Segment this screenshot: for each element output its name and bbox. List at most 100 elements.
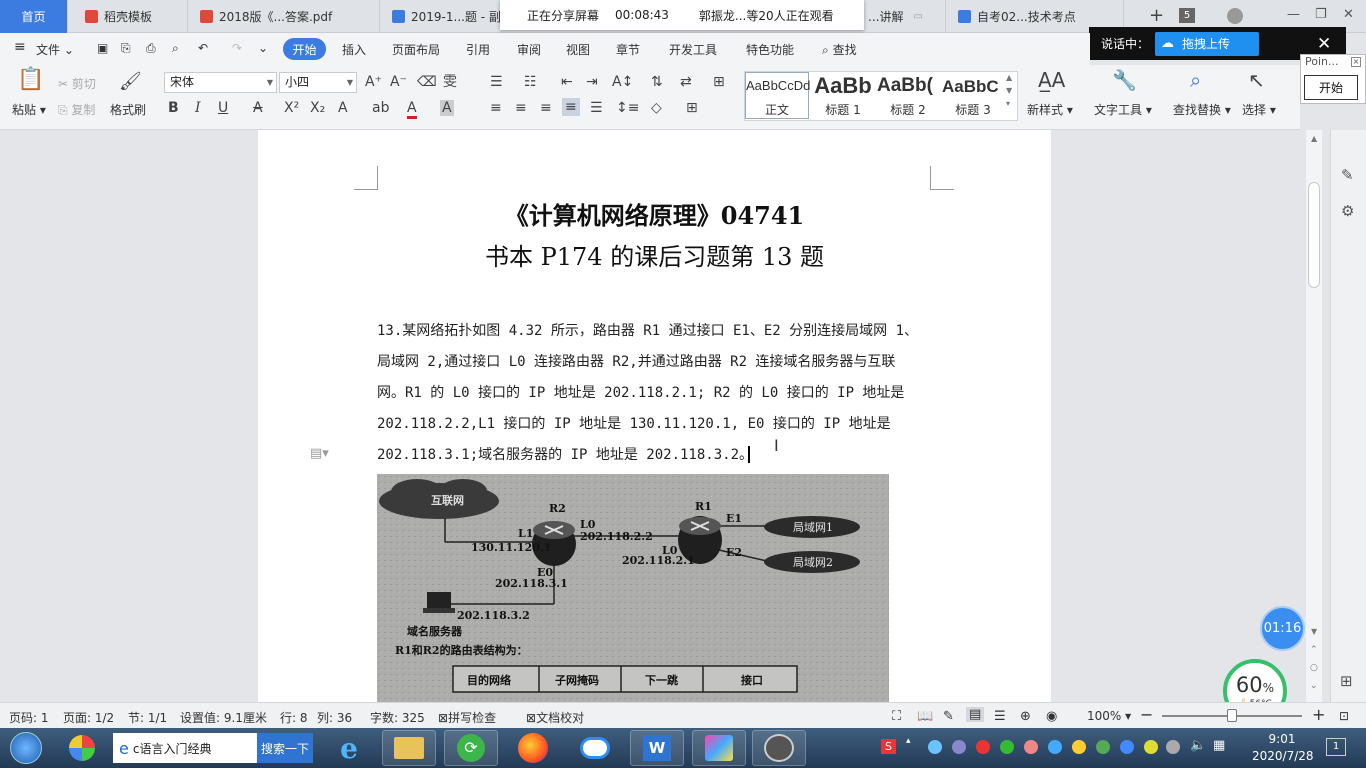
status-col[interactable]: 列: 36 (317, 709, 352, 726)
menu-start[interactable]: 开始 (283, 38, 326, 60)
style-heading2-preview[interactable]: AaBb( (877, 75, 939, 97)
tray-app-icon[interactable] (1144, 740, 1158, 754)
justify-icon[interactable]: ≡ (562, 98, 580, 116)
minimize-icon[interactable]: — (1287, 7, 1300, 22)
text-direction-icon[interactable]: A↕ (612, 74, 633, 90)
print-icon[interactable]: ⎙ (146, 41, 156, 56)
paste-icon[interactable]: 📋 (17, 69, 44, 91)
menu-review[interactable]: 审阅 (517, 41, 541, 58)
select-button[interactable]: 选择 ▾ (1242, 101, 1276, 118)
status-row[interactable]: 行: 8 (280, 709, 308, 726)
decrease-indent-icon[interactable]: ⇤ (561, 74, 573, 90)
avatar[interactable] (1227, 8, 1243, 24)
taskbar-app-camera[interactable] (752, 730, 806, 766)
tab-docer[interactable]: 稻壳模板 (75, 0, 188, 33)
menu-search[interactable]: ⌕ 查找 (822, 41, 857, 58)
undo-icon[interactable]: ↶ (198, 41, 208, 55)
timer-badge[interactable]: 01:16 (1260, 606, 1305, 651)
fullscreen-icon[interactable]: ⛶ (892, 709, 901, 724)
next-page-icon[interactable]: ⌄ (1310, 681, 1318, 691)
volume-icon[interactable]: 🔈 (1190, 738, 1206, 753)
style-heading1-preview[interactable]: AaBb (812, 73, 874, 99)
save-icon[interactable]: ▣ (97, 41, 108, 55)
numbered-list-icon[interactable]: ☷ (524, 74, 537, 90)
align-right-icon[interactable]: ≡ (540, 100, 552, 116)
taskbar-search-button[interactable]: 搜索一下 (257, 733, 313, 763)
styles-scroll-icon[interactable]: ▲ ▼ ▾ (1006, 71, 1012, 110)
scrollbar-thumb[interactable] (1308, 182, 1320, 288)
close-icon[interactable]: ✕ (1317, 34, 1331, 54)
sort-icon[interactable]: ⇅ (651, 74, 663, 90)
redo-icon[interactable]: ↷ (232, 41, 242, 55)
menu-view[interactable]: 视图 (566, 41, 590, 58)
close-icon[interactable]: ✕ (1343, 7, 1354, 22)
taskbar-app-baidu-cloud[interactable] (568, 730, 622, 766)
tray-app-icon[interactable] (976, 740, 990, 754)
underline-icon[interactable]: U (218, 100, 228, 116)
bullet-list-icon[interactable]: ☰ (490, 74, 503, 90)
find-replace-button[interactable]: 查找替换 ▾ (1173, 101, 1231, 118)
qq-icon[interactable] (1072, 740, 1086, 754)
taskbar-search-input[interactable]: e c语言入门经典 (113, 733, 257, 763)
browse-object-icon[interactable]: ○ (1310, 663, 1318, 673)
export-icon[interactable]: ⎘ (121, 41, 131, 56)
cut-button[interactable]: ✂ 剪切 (58, 75, 96, 92)
status-page[interactable]: 页面: 1/2 (63, 709, 114, 726)
eye-protect-icon[interactable]: ◉ (1046, 709, 1057, 724)
quick-access-more-icon[interactable]: ⌄ (258, 41, 268, 55)
close-icon[interactable]: × (1351, 57, 1361, 67)
clear-format-icon[interactable]: ⌫ (417, 74, 437, 90)
scroll-up-icon[interactable]: ▲ (1311, 134, 1317, 143)
tray-app-icon[interactable] (952, 740, 966, 754)
status-setting[interactable]: 设置值: 9.1厘米 (180, 709, 267, 726)
tray-app-icon[interactable] (1120, 740, 1134, 754)
phonetic-guide-icon[interactable]: 雯 (443, 74, 457, 90)
taskbar-app-firefox[interactable] (506, 730, 560, 766)
vertical-scrollbar[interactable]: ▲ ▼ ⌃ ○ ⌄ (1306, 130, 1322, 702)
paste-button[interactable]: 粘贴 ▾ (12, 101, 46, 118)
status-word-count[interactable]: 字数: 325 (370, 709, 425, 726)
add-tab-icon[interactable]: + (1149, 5, 1164, 26)
shrink-font-icon[interactable]: A⁻ (390, 74, 407, 90)
tab-count-badge[interactable]: 5 (1179, 8, 1195, 23)
hamburger-icon[interactable]: ≡ (14, 39, 26, 55)
write-mode-icon[interactable]: ✎ (943, 709, 954, 724)
settings-sliders-icon[interactable]: ⚙ (1341, 202, 1354, 220)
borders-icon[interactable]: ⊞ (686, 100, 698, 116)
tab-doc-2019[interactable]: 2019-1...题 - 副本 (382, 0, 502, 33)
new-style-button[interactable]: 新样式 ▾ (1027, 101, 1073, 118)
menu-file[interactable]: 文件 ⌄ (36, 41, 74, 58)
status-section[interactable]: 节: 1/1 (128, 709, 167, 726)
align-left-icon[interactable]: ≡ (490, 100, 502, 116)
network-icon[interactable]: ▦ (1213, 738, 1225, 753)
taskbar-app-wps-writer[interactable]: W (630, 730, 684, 766)
zoom-in-icon[interactable]: + (1312, 705, 1325, 724)
text-tools-button[interactable]: 文字工具 ▾ (1094, 101, 1152, 118)
nvidia-icon[interactable] (1096, 740, 1110, 754)
format-painter-button[interactable]: 格式刷 (110, 101, 146, 118)
tray-expand-icon[interactable]: ▴ (906, 736, 911, 746)
restore-icon[interactable]: ❐ (1315, 7, 1327, 22)
taskbar-app-update[interactable]: ⟳ (444, 730, 498, 766)
menu-page-layout[interactable]: 页面布局 (392, 41, 440, 58)
style-normal-preview[interactable]: AaBbCcDd (746, 78, 810, 93)
line-spacing-icon[interactable]: ↕≡ (616, 100, 639, 116)
taskbar-app-jigsaw[interactable] (55, 730, 109, 766)
apps-grid-icon[interactable]: ⊞ (1340, 672, 1353, 690)
tab-pdf[interactable]: 2018版《...答案.pdf (190, 0, 380, 33)
drag-upload-button[interactable]: ☁ 拖拽上传 (1155, 31, 1260, 56)
system-clock[interactable]: 9:01 2020/7/28 (1252, 731, 1314, 765)
zoom-slider-handle[interactable] (1227, 709, 1237, 722)
shading-icon[interactable]: ◇ (651, 100, 662, 116)
menu-chapter[interactable]: 章节 (616, 41, 640, 58)
subscript-icon[interactable]: X₂ (310, 100, 325, 116)
outline-view-icon[interactable]: ☰ (994, 709, 1006, 724)
font-name-select[interactable]: 宋体 ▼ (164, 72, 277, 93)
action-center-icon[interactable]: 1 (1326, 738, 1346, 756)
superscript-icon[interactable]: X² (284, 100, 299, 116)
menu-references[interactable]: 引用 (466, 41, 490, 58)
zoom-level[interactable]: 100% ▾ (1087, 709, 1131, 723)
tray-app-icon[interactable] (1024, 740, 1038, 754)
edit-pen-icon[interactable]: ✎ (1341, 166, 1354, 184)
copy-button[interactable]: ⎘ 复制 (58, 101, 95, 118)
